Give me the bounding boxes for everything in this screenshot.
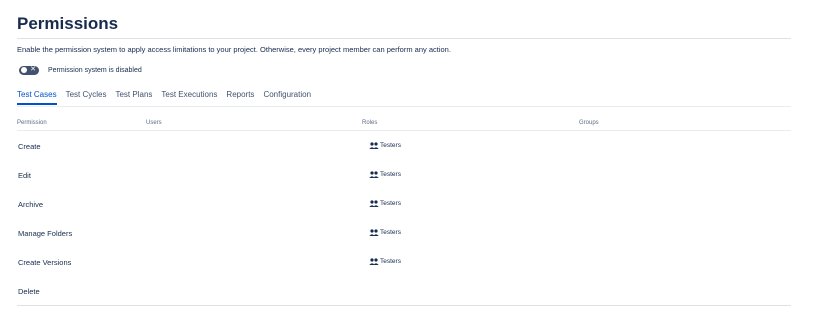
role-name: Testers — [380, 229, 401, 236]
role-cell[interactable]: Testers — [369, 171, 401, 178]
table-row[interactable]: Delete — [17, 276, 791, 305]
permissions-page: Permissions Enable the permission system… — [0, 0, 817, 335]
role-cell[interactable]: Testers — [369, 258, 401, 265]
role-name: Testers — [380, 171, 401, 178]
table-row[interactable]: Archive Testers — [17, 189, 791, 218]
people-icon — [369, 171, 379, 178]
tab-test-executions[interactable]: Test Executions — [161, 90, 217, 105]
tab-test-plans[interactable]: Test Plans — [115, 90, 152, 105]
role-cell[interactable]: Testers — [369, 142, 401, 149]
column-header-permission: Permission — [17, 120, 47, 126]
people-icon — [369, 229, 379, 236]
role-cell[interactable]: Testers — [369, 200, 401, 207]
column-header-roles: Roles — [362, 120, 378, 126]
permission-toggle-label: Permission system is disabled — [48, 66, 142, 74]
tab-configuration[interactable]: Configuration — [263, 90, 311, 105]
permission-name: Delete — [18, 287, 40, 296]
title-divider — [17, 38, 791, 39]
permission-name: Manage Folders — [18, 229, 73, 238]
people-icon — [369, 200, 379, 207]
permission-toggle-row: ✕ Permission system is disabled — [19, 65, 142, 75]
table-row[interactable]: Create Testers — [17, 131, 791, 160]
close-icon: ✕ — [30, 65, 36, 73]
permission-name: Archive — [18, 200, 44, 209]
table-bottom-divider — [17, 305, 791, 306]
permission-name: Edit — [18, 171, 31, 180]
role-name: Testers — [380, 200, 401, 207]
toggle-knob — [21, 67, 27, 73]
tab-test-cases[interactable]: Test Cases — [17, 90, 57, 105]
permission-system-toggle[interactable]: ✕ — [19, 65, 39, 75]
page-description: Enable the permission system to apply ac… — [17, 45, 451, 54]
column-header-groups: Groups — [579, 120, 599, 126]
table-row[interactable]: Manage Folders Testers — [17, 218, 791, 247]
people-icon — [369, 142, 379, 149]
role-cell[interactable]: Testers — [369, 229, 401, 236]
people-icon — [369, 258, 379, 265]
page-title: Permissions — [17, 14, 119, 33]
tab-test-cycles[interactable]: Test Cycles — [66, 90, 107, 105]
table-row[interactable]: Create Versions Testers — [17, 247, 791, 276]
tabs-divider — [17, 106, 791, 107]
permission-name: Create Versions — [18, 258, 72, 267]
role-name: Testers — [380, 142, 401, 149]
permission-name: Create — [18, 142, 41, 151]
column-header-users: Users — [146, 120, 162, 126]
table-row[interactable]: Edit Testers — [17, 160, 791, 189]
permission-tabs: Test Cases Test Cycles Test Plans Test E… — [17, 90, 320, 107]
tab-reports[interactable]: Reports — [226, 90, 254, 105]
role-name: Testers — [380, 258, 401, 265]
